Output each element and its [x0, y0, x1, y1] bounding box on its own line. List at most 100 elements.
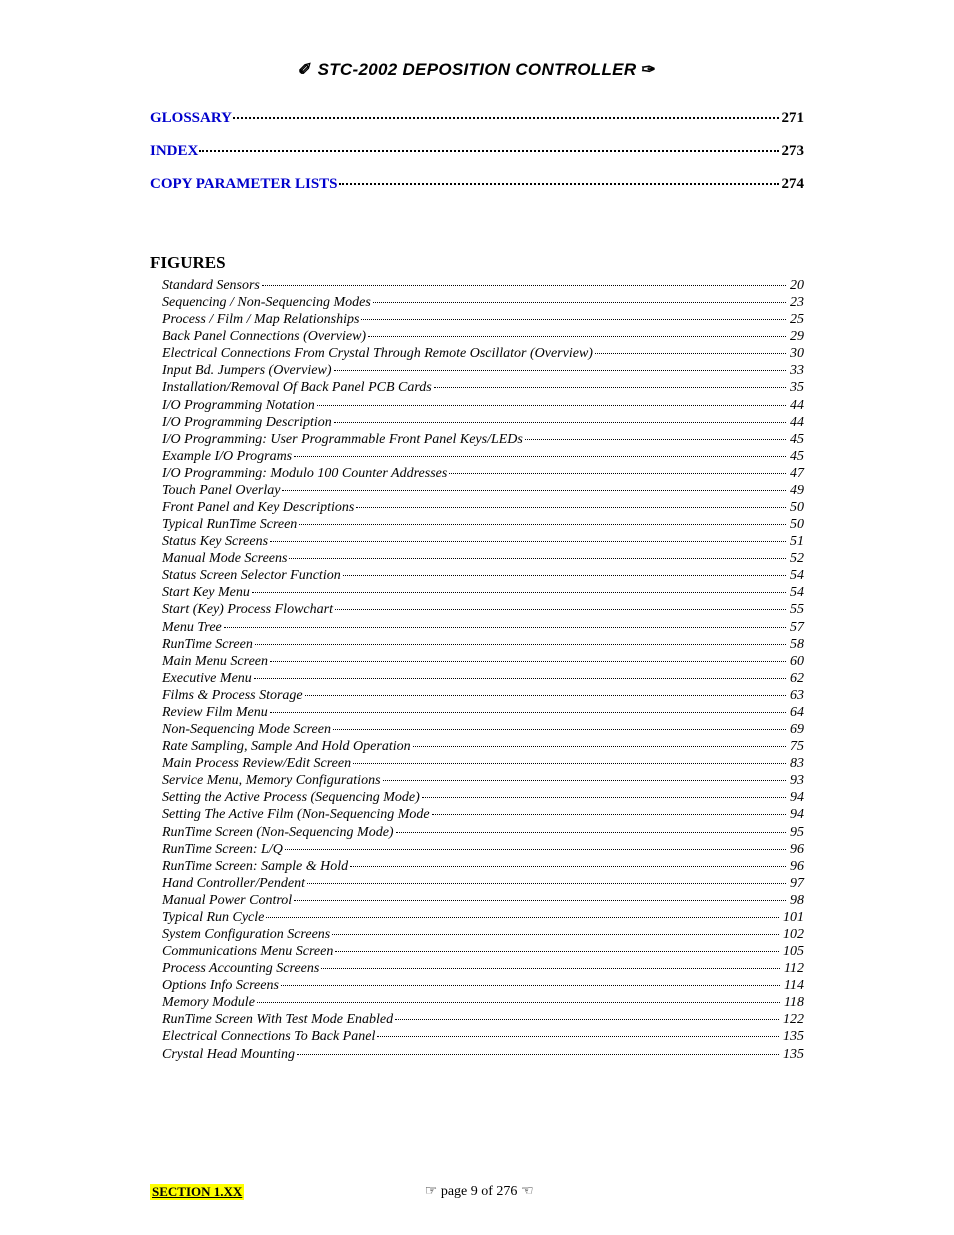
figure-entry: Standard Sensors 20 — [162, 277, 804, 294]
leader-dots — [282, 490, 786, 491]
figure-entry: Back Panel Connections (Overview) 29 — [162, 328, 804, 345]
toc-entry: INDEX 273 — [150, 143, 804, 160]
figure-label: Process / Film / Map Relationships — [162, 311, 359, 328]
figure-entry: System Configuration Screens 102 — [162, 926, 804, 943]
figure-entry: Process / Film / Map Relationships 25 — [162, 311, 804, 328]
figure-entry: Process Accounting Screens 112 — [162, 960, 804, 977]
figure-label: Start Key Menu — [162, 584, 250, 601]
figure-entry: Example I/O Programs 45 — [162, 448, 804, 465]
figure-page: 54 — [788, 584, 804, 601]
leader-dots — [368, 336, 786, 337]
figure-page: 52 — [788, 550, 804, 567]
figure-entry: Manual Power Control 98 — [162, 892, 804, 909]
figure-entry: Setting The Active Film (Non-Sequencing … — [162, 806, 804, 823]
figure-page: 49 — [788, 482, 804, 499]
figure-page: 112 — [782, 960, 804, 977]
leader-dots — [255, 644, 786, 645]
figure-page: 44 — [788, 397, 804, 414]
figure-page: 55 — [788, 601, 804, 618]
leader-dots — [262, 285, 786, 286]
figure-page: 105 — [781, 943, 804, 960]
leader-dots — [373, 302, 786, 303]
figure-entry: Typical Run Cycle 101 — [162, 909, 804, 926]
leader-dots — [396, 832, 786, 833]
leader-dots — [257, 1002, 780, 1003]
figure-page: 135 — [781, 1046, 804, 1063]
figure-label: Executive Menu — [162, 670, 252, 687]
toc-entry: COPY PARAMETER LISTS 274 — [150, 176, 804, 193]
figure-label: Setting The Active Film (Non-Sequencing … — [162, 806, 430, 823]
leader-dots — [285, 849, 786, 850]
figure-page: 114 — [782, 977, 804, 994]
toc-entry: GLOSSARY 271 — [150, 110, 804, 127]
leader-dots — [224, 627, 786, 628]
figure-label: Installation/Removal Of Back Panel PCB C… — [162, 379, 432, 396]
figure-page: 25 — [788, 311, 804, 328]
figure-page: 63 — [788, 687, 804, 704]
figure-label: Front Panel and Key Descriptions — [162, 499, 354, 516]
pencil-left-icon: ✐ — [298, 60, 313, 79]
leader-dots — [294, 456, 786, 457]
figure-entry: Start Key Menu 54 — [162, 584, 804, 601]
leader-dots — [334, 422, 786, 423]
figure-label: Service Menu, Memory Configurations — [162, 772, 381, 789]
leader-dots — [317, 405, 786, 406]
leader-dots — [289, 558, 786, 559]
pencil-right-icon: ✑ — [641, 60, 656, 79]
section-tag: SECTION 1.XX — [150, 1184, 244, 1200]
leader-dots — [595, 353, 786, 354]
figure-entry: RunTime Screen: L/Q 96 — [162, 841, 804, 858]
leader-dots — [266, 917, 779, 918]
leader-dots — [377, 1036, 779, 1037]
figure-entry: Memory Module 118 — [162, 994, 804, 1011]
toc-link[interactable]: GLOSSARY — [150, 110, 232, 127]
figure-label: Review Film Menu — [162, 704, 268, 721]
figure-label: I/O Programming: User Programmable Front… — [162, 431, 523, 448]
document-title: STC-2002 DEPOSITION CONTROLLER — [318, 60, 637, 79]
figure-entry: I/O Programming: User Programmable Front… — [162, 431, 804, 448]
figure-label: Memory Module — [162, 994, 255, 1011]
figure-label: Example I/O Programs — [162, 448, 292, 465]
figure-page: 95 — [788, 824, 804, 841]
figure-label: Back Panel Connections (Overview) — [162, 328, 366, 345]
figure-page: 101 — [781, 909, 804, 926]
leader-dots — [233, 117, 779, 119]
leader-dots — [281, 985, 780, 986]
figure-entry: Input Bd. Jumpers (Overview) 33 — [162, 362, 804, 379]
figure-page: 94 — [788, 789, 804, 806]
figure-entry: Touch Panel Overlay 49 — [162, 482, 804, 499]
figure-label: Status Screen Selector Function — [162, 567, 341, 584]
leader-dots — [353, 763, 786, 764]
figure-entry: Communications Menu Screen 105 — [162, 943, 804, 960]
figure-label: Input Bd. Jumpers (Overview) — [162, 362, 332, 379]
figure-label: I/O Programming: Modulo 100 Counter Addr… — [162, 465, 447, 482]
toc-link[interactable]: INDEX — [150, 143, 198, 160]
figure-label: Standard Sensors — [162, 277, 260, 294]
toc-link[interactable]: COPY PARAMETER LISTS — [150, 176, 338, 193]
figure-entry: Electrical Connections To Back Panel 135 — [162, 1028, 804, 1045]
figure-label: I/O Programming Notation — [162, 397, 315, 414]
leader-dots — [270, 661, 786, 662]
figure-page: 135 — [781, 1028, 804, 1045]
figure-entry: Front Panel and Key Descriptions 50 — [162, 499, 804, 516]
page-footer: SECTION 1.XX ☞ page 9 of 276 ☜ — [150, 1183, 804, 1200]
figure-label: Electrical Connections To Back Panel — [162, 1028, 375, 1045]
figure-entry: Films & Process Storage 63 — [162, 687, 804, 704]
figure-label: Rate Sampling, Sample And Hold Operation — [162, 738, 411, 755]
figure-label: RunTime Screen: L/Q — [162, 841, 283, 858]
figure-entry: Options Info Screens 114 — [162, 977, 804, 994]
figure-page: 122 — [781, 1011, 804, 1028]
figure-page: 44 — [788, 414, 804, 431]
figure-label: Films & Process Storage — [162, 687, 303, 704]
figure-label: RunTime Screen: Sample & Hold — [162, 858, 348, 875]
figure-label: Setting the Active Process (Sequencing M… — [162, 789, 420, 806]
figure-label: RunTime Screen With Test Mode Enabled — [162, 1011, 393, 1028]
figure-label: Typical Run Cycle — [162, 909, 264, 926]
figure-page: 83 — [788, 755, 804, 772]
figure-entry: I/O Programming Notation 44 — [162, 397, 804, 414]
leader-dots — [413, 746, 786, 747]
leader-dots — [335, 609, 786, 610]
figure-label: RunTime Screen (Non-Sequencing Mode) — [162, 824, 394, 841]
figure-entry: Sequencing / Non-Sequencing Modes 23 — [162, 294, 804, 311]
figure-entry: RunTime Screen (Non-Sequencing Mode) 95 — [162, 824, 804, 841]
